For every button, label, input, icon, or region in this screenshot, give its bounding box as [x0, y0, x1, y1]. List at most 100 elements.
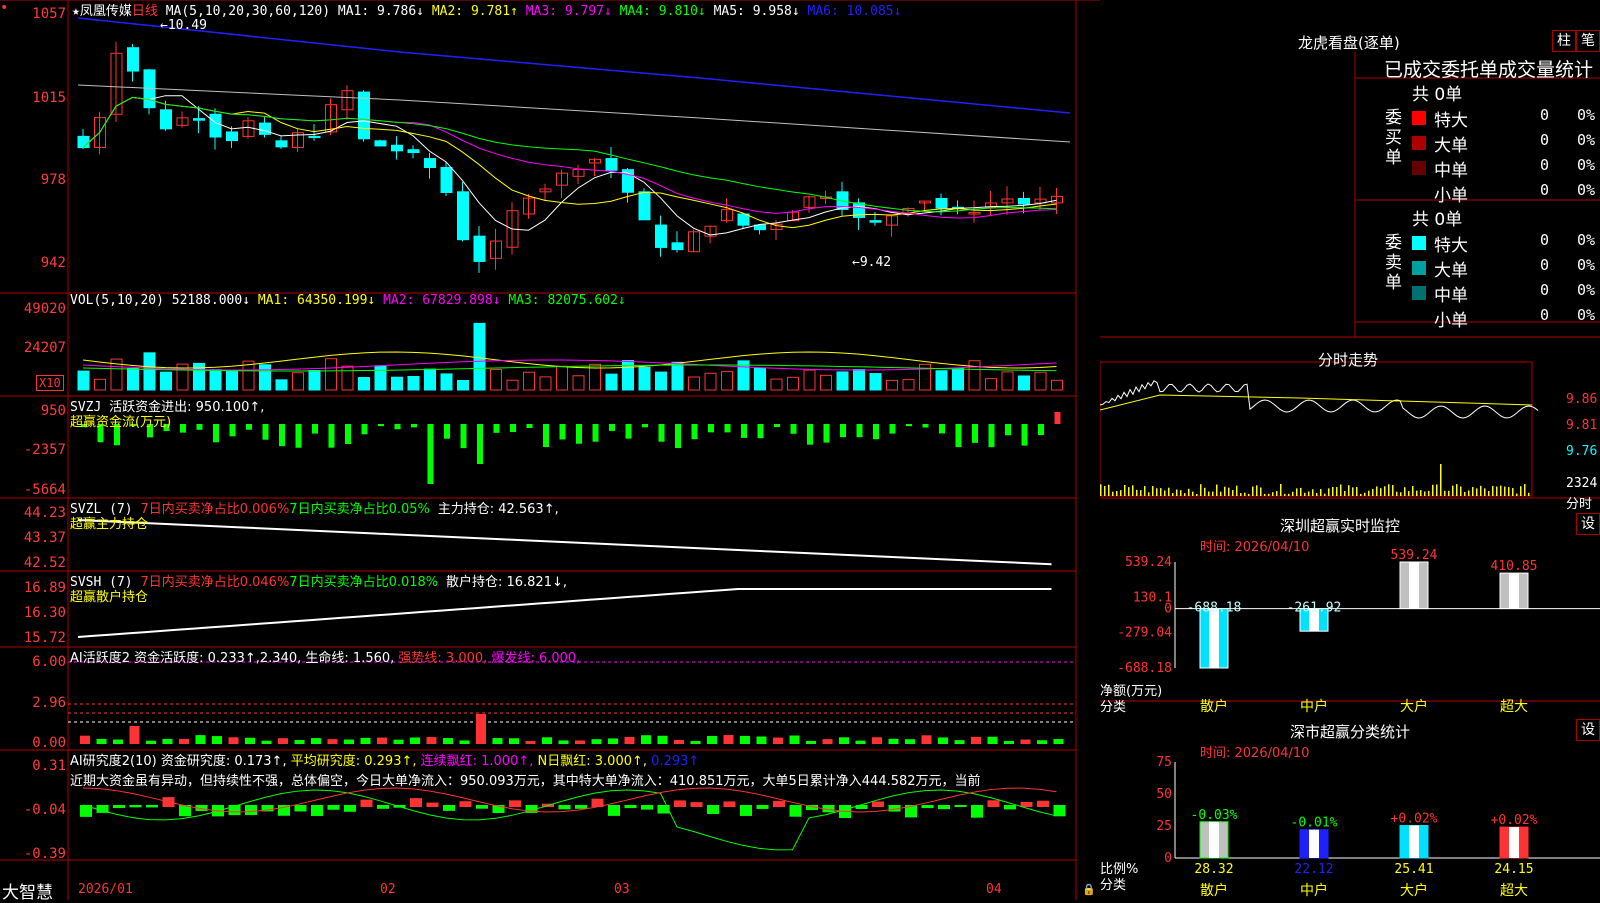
research-bar: [690, 802, 703, 807]
sz-y-label: -688.18: [1117, 661, 1172, 676]
fund-flow-bar: [180, 424, 186, 433]
sh-settings-button[interactable]: 设: [1576, 719, 1600, 741]
fund-flow-bar: [625, 424, 632, 439]
buy-order-count: 0: [1540, 106, 1550, 124]
bar-mode-button[interactable]: 柱: [1552, 30, 1576, 52]
sz-bar-value: -688.18: [1187, 601, 1242, 616]
intraday-volume-bar: [1472, 486, 1474, 496]
tick-mode-button[interactable]: 笔: [1576, 30, 1600, 52]
fund-flow-bar: [246, 424, 252, 430]
fund-flow-bar: [526, 424, 533, 428]
candle: [77, 135, 90, 149]
sz-y-label: 539.24: [1125, 555, 1172, 570]
intraday-volume-bar: [1436, 484, 1438, 496]
activity-bar: [806, 740, 816, 744]
activity-bar: [888, 738, 899, 744]
retail-line: [77, 588, 1052, 638]
volume-bar: [457, 380, 469, 391]
ai-comment-text: 近期大资金虽有异动，但持续性不强，总体偏空，今日大单净流入：950.093万元，…: [70, 774, 981, 789]
activity-bar: [938, 737, 948, 744]
sell-order-row: 特大 0 0%: [1412, 231, 1600, 256]
activity-bar: [1037, 740, 1047, 744]
intraday-volume-bar: [1292, 491, 1294, 496]
sh-y-label: 0: [1164, 851, 1172, 866]
favorite-star-icon[interactable]: ★: [72, 4, 80, 19]
sh-category: 中户: [1300, 882, 1328, 899]
x-axis-label: 03: [614, 882, 630, 897]
ma-header: MA(5,10,20,30,60,120): [165, 4, 331, 19]
fund-flow-bar: [328, 424, 335, 448]
candle: [1018, 197, 1030, 205]
candle: [226, 131, 238, 142]
intraday-volume-bar: [1508, 487, 1510, 496]
fund-flow-bar: [823, 424, 830, 443]
sh-x-axis-title: 分类: [1100, 878, 1127, 893]
research-bar: [294, 805, 307, 812]
volume-bar: [391, 376, 403, 391]
fund-flow-bar: [889, 424, 896, 434]
volume-bar: [424, 368, 436, 391]
candle: [655, 224, 667, 248]
intraday-volume-bar: [1340, 484, 1342, 496]
buy-order-row: 大单 0 0%: [1412, 131, 1600, 156]
activity-bar: [707, 735, 717, 744]
volume-bar: [869, 373, 882, 391]
activity-bar: [162, 738, 173, 744]
sell-order-count: 0: [1540, 256, 1550, 274]
intraday-volume-bar: [1492, 485, 1494, 496]
ma-line: [82, 95, 1057, 236]
stock-name: 凤凰传媒: [79, 4, 132, 19]
volume-bar: [1051, 379, 1063, 391]
research-bar: [426, 802, 439, 807]
intraday-volume-bar: [1176, 489, 1178, 496]
intraday-volume-bar: [1348, 485, 1350, 496]
intraday-volume-bar: [1368, 490, 1370, 496]
sz-settings-button[interactable]: 设: [1576, 513, 1600, 535]
intraday-volume-bar: [1280, 484, 1282, 496]
candle: [935, 197, 948, 209]
intraday-volume-bar: [1388, 484, 1390, 496]
sell-order-row: 小单 0 0%: [1412, 306, 1600, 331]
intraday-volume-bar: [1124, 484, 1126, 496]
fund-flow-bar: [345, 424, 351, 445]
volume-bar: [440, 373, 453, 391]
lock-icon[interactable]: 🔒: [1082, 883, 1096, 896]
candle: [424, 158, 436, 168]
activity-bar: [872, 737, 882, 744]
intraday-volume-bar: [1352, 487, 1354, 496]
fund-flow-bar: [691, 424, 698, 440]
activity-bar: [96, 738, 107, 744]
intraday-volume-bar: [1424, 491, 1426, 496]
price-y-label: 942: [40, 255, 66, 271]
research-bar: [674, 800, 686, 807]
intraday-volume-bar: [1148, 492, 1150, 496]
intraday-volume-bar: [1316, 493, 1318, 496]
intraday-volume-bar: [1404, 487, 1406, 496]
research-bar: [921, 805, 934, 809]
activity-bar: [459, 740, 470, 744]
volume-bar: [803, 369, 816, 391]
activity-bar: [228, 737, 239, 744]
volume-bar: [539, 376, 552, 391]
activity-bar: [1004, 740, 1014, 744]
sh-category: 超大: [1500, 883, 1528, 899]
intraday-volume-bar: [1380, 488, 1382, 496]
activity-bar: [608, 738, 618, 744]
fund-flow-bar: [394, 424, 401, 430]
sh-bar-change: +0.02%: [1391, 811, 1438, 826]
buy-order-color-swatch: [1412, 161, 1426, 175]
research-bar: [938, 805, 950, 810]
ma3-value: MA3: 9.797↓: [525, 4, 612, 19]
intraday-volume-bar: [1364, 492, 1366, 496]
activity-bar: [294, 740, 305, 744]
intraday-volume-bar: [1224, 486, 1226, 496]
buy-order-row: 特大 0 0%: [1412, 106, 1600, 131]
intraday-volume-bar: [1300, 487, 1302, 496]
activity-bar: [443, 738, 453, 744]
activity-bar: [327, 739, 338, 744]
menu-icon[interactable]: •: [0, 0, 18, 18]
activity-bar: [509, 738, 519, 744]
intraday-volume-bar: [1440, 463, 1442, 496]
sell-order-color-swatch: [1412, 286, 1426, 300]
period-label[interactable]: 日线: [132, 4, 158, 19]
